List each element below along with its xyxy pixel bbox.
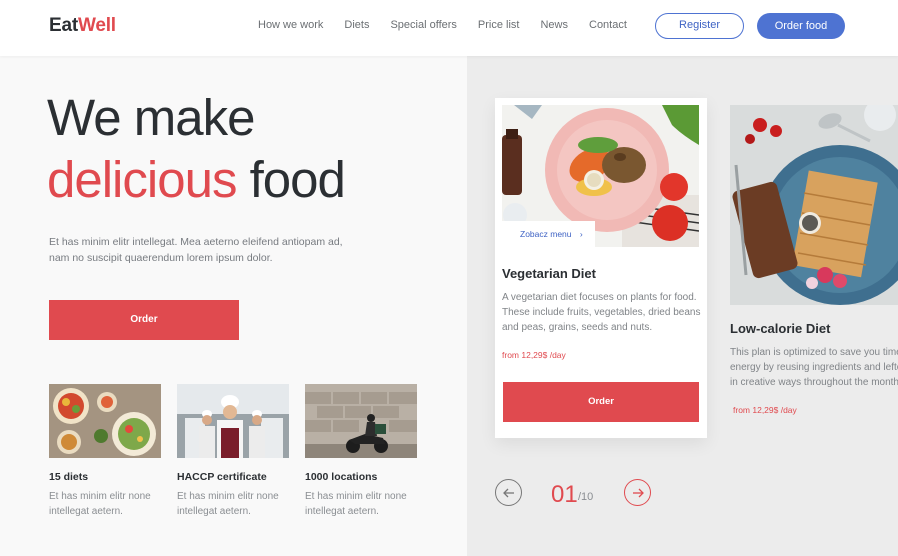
card-price: from 12,29$ /day (502, 350, 566, 360)
low-calorie-dish-image (730, 105, 898, 305)
nav-item-how-we-work[interactable]: How we work (258, 19, 323, 31)
feature-description: Et has minim elitr none intellegat aeter… (49, 491, 151, 517)
feature-haccp: HACCP certificate Et has minim elitr non… (177, 384, 290, 519)
nav-item-special-offers[interactable]: Special offers (390, 19, 456, 31)
feature-image-food (49, 384, 161, 458)
nav-item-diets[interactable]: Diets (344, 19, 369, 31)
card-description: This plan is optimized to save you tim e … (730, 347, 898, 388)
logo-part-1: Eat (49, 15, 78, 36)
feature-title: 1000 locations (305, 471, 378, 483)
hero-title-highlight: delicious (47, 151, 237, 208)
register-button[interactable]: Register (655, 13, 744, 39)
feature-image-chefs (177, 384, 289, 458)
see-menu-link[interactable]: Zobacz menu › (502, 221, 595, 247)
card-description: A vegetarian diet focuses on plants for … (502, 292, 701, 333)
hero-description: Et has minim elitr intellegat. Mea aeter… (49, 236, 343, 264)
card-price: from 12,29$ /day (733, 405, 797, 415)
order-food-button[interactable]: Order food (757, 13, 845, 39)
feature-title: 15 diets (49, 471, 89, 483)
nav-item-contact[interactable]: Contact (589, 19, 627, 31)
see-menu-label: Zobacz menu (520, 229, 572, 239)
diet-card-low-calorie[interactable]: Low-calorie Diet This plan is optimized … (730, 105, 898, 435)
arrow-right-icon (632, 488, 644, 497)
logo-part-2: Well (77, 15, 116, 36)
main-nav: How we work Diets Special offers Price l… (258, 19, 627, 31)
diet-card-vegetarian[interactable]: Zobacz menu › Vegetarian Diet A vegetari… (495, 98, 707, 438)
carousel-current-page: 01 (551, 481, 578, 508)
nav-item-price-list[interactable]: Price list (478, 19, 520, 31)
carousel-total-pages: /10 (578, 491, 594, 503)
carousel-prev-button[interactable] (495, 479, 522, 506)
chevron-right-icon: › (579, 229, 583, 239)
hero-title-line-1: We make (47, 89, 255, 146)
feature-title: HACCP certificate (177, 471, 267, 483)
card-order-button[interactable]: Order (503, 382, 699, 422)
feature-description: Et has minim elitr none intellegat aeter… (305, 491, 407, 517)
feature-diets: 15 diets Et has minim elitr none intelle… (49, 384, 162, 519)
feature-description: Et has minim elitr none intellegat aeter… (177, 491, 279, 517)
feature-image-delivery (305, 384, 417, 458)
top-header: EatWell How we work Diets Special offers… (0, 0, 898, 56)
logo[interactable]: EatWell (49, 15, 116, 37)
carousel-next-button[interactable] (624, 479, 651, 506)
feature-locations: 1000 locations Et has minim elitr none i… (305, 384, 418, 519)
hero-order-button[interactable]: Order (49, 300, 239, 340)
card-title: Vegetarian Diet (502, 266, 596, 281)
arrow-left-icon (502, 488, 514, 497)
card-title: Low-calorie Diet (730, 321, 831, 336)
hero-title-rest: food (236, 151, 346, 208)
nav-item-news[interactable]: News (540, 19, 568, 31)
hero-title-line-2: delicious food (47, 150, 346, 210)
